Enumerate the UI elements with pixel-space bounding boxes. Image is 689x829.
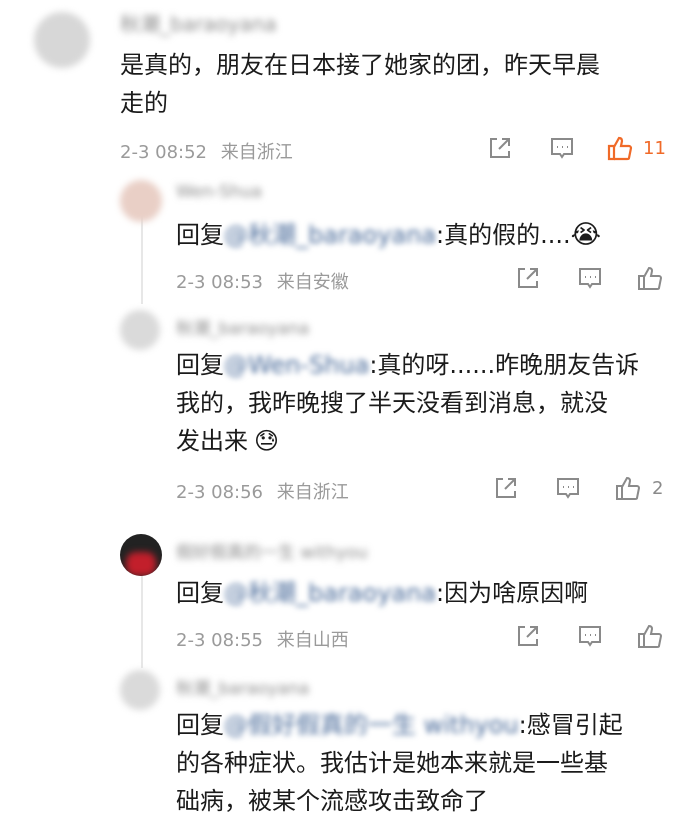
location: 来自浙江 xyxy=(276,482,349,503)
avatar[interactable] xyxy=(120,310,160,350)
username[interactable]: 假好假真的一生 withyou xyxy=(176,538,368,563)
location: 来自安徽 xyxy=(276,272,349,293)
reply-text-line: :真的假的.... xyxy=(436,221,571,249)
comment-meta: 2-3 08:52 来自浙江 xyxy=(120,138,293,164)
comment-icon[interactable] xyxy=(554,474,582,502)
username[interactable]: 秋潮_baraoyana xyxy=(176,674,309,699)
avatar[interactable] xyxy=(120,534,162,576)
reply-prefix: 回复 xyxy=(176,221,224,249)
mention-link[interactable]: @秋潮_baraoyana xyxy=(224,216,436,254)
like-count: 11 xyxy=(643,138,666,159)
location: 来自山西 xyxy=(276,630,349,651)
reply-text: 回复@秋潮_baraoyana:真的假的....😭 xyxy=(176,216,666,254)
username[interactable]: Wen-Shua xyxy=(176,182,262,202)
share-icon[interactable] xyxy=(514,264,542,292)
reply-text-line-3: 础病，被某个流感攻击致命了 xyxy=(176,787,488,815)
like-icon[interactable] xyxy=(614,474,642,502)
username[interactable]: 秋潮_baraoyana xyxy=(176,314,309,339)
reply-prefix: 回复 xyxy=(176,711,224,739)
like-icon[interactable] xyxy=(606,134,634,162)
comment-text-line: 走的 xyxy=(120,89,168,117)
avatar[interactable] xyxy=(120,180,162,222)
timestamp: 2-3 08:53 xyxy=(176,272,263,293)
emoji: 😭 xyxy=(570,220,602,250)
comment-text-line: 是真的，朋友在日本接了她家的团，昨天早晨 xyxy=(120,51,600,79)
comment-meta: 2-3 08:56 来自浙江 xyxy=(176,478,349,504)
mention-link[interactable]: @秋潮_baraoyana xyxy=(224,574,436,612)
reply-text-line: 回复@假好假真的一生 withyou:感冒引起 xyxy=(176,706,666,744)
reply-text: 回复@假好假真的一生 withyou:感冒引起 的各种症状。我估计是她本来就是一… xyxy=(176,706,666,820)
timestamp: 2-3 08:55 xyxy=(176,630,263,651)
reply-text: 回复@Wen-Shua:真的呀......昨晚朋友告诉 我的，我昨晚搜了半天没看… xyxy=(176,346,666,460)
thread-line xyxy=(141,216,143,304)
avatar[interactable] xyxy=(34,12,90,68)
reply-text-line-1: :感冒引起 xyxy=(518,711,623,739)
comment-icon[interactable] xyxy=(576,622,604,650)
reply-text-line: :因为啥原因啊 xyxy=(436,579,589,607)
share-icon[interactable] xyxy=(486,134,514,162)
location: 来自浙江 xyxy=(220,142,293,163)
reply-prefix: 回复 xyxy=(176,579,224,607)
thread-line xyxy=(141,568,143,668)
timestamp: 2-3 08:56 xyxy=(176,482,263,503)
avatar[interactable] xyxy=(120,670,160,710)
share-icon[interactable] xyxy=(514,622,542,650)
comment-meta: 2-3 08:53 来自安徽 xyxy=(176,268,349,294)
like-count: 2 xyxy=(652,478,664,499)
reply-text: 回复@秋潮_baraoyana:因为啥原因啊 xyxy=(176,574,666,612)
comment-text: 是真的，朋友在日本接了她家的团，昨天早晨 走的 xyxy=(120,46,660,122)
like-icon[interactable] xyxy=(636,622,664,650)
reply-text-line-1: :真的呀......昨晚朋友告诉 xyxy=(369,351,640,379)
share-icon[interactable] xyxy=(492,474,520,502)
reply-prefix: 回复 xyxy=(176,351,224,379)
reply-text-line: 回复@Wen-Shua:真的呀......昨晚朋友告诉 xyxy=(176,346,666,384)
comment-meta: 2-3 08:55 来自山西 xyxy=(176,626,349,652)
reply-text-line-2: 我的，我昨晚搜了半天没看到消息，就没 xyxy=(176,389,608,417)
reply-text-line-3-text: 发出来 xyxy=(176,427,248,455)
username[interactable]: 秋潮_baraoyana xyxy=(120,8,277,37)
mention-link[interactable]: @假好假真的一生 withyou xyxy=(224,706,519,744)
mention-link[interactable]: @Wen-Shua xyxy=(224,346,369,384)
like-icon[interactable] xyxy=(636,264,664,292)
emoji: 😓 xyxy=(254,427,280,455)
reply-text-line-3: 发出来 😓 xyxy=(176,422,666,460)
reply-text-line-2: 的各种症状。我估计是她本来就是一些基 xyxy=(176,749,608,777)
comment-icon[interactable] xyxy=(576,264,604,292)
comment-icon[interactable] xyxy=(548,134,576,162)
timestamp: 2-3 08:52 xyxy=(120,142,207,163)
